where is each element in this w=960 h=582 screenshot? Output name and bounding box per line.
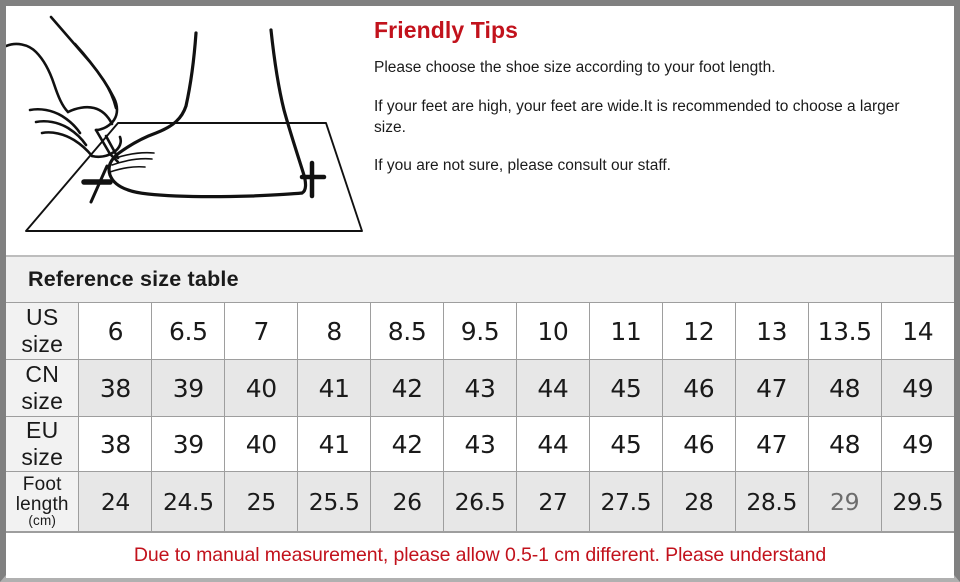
- cell-us-1: 6.5: [151, 302, 226, 360]
- cell-cn-3: 41: [297, 359, 372, 417]
- cell-foot-8: 28: [661, 471, 736, 532]
- tips-paragraph-1: Please choose the shoe size according to…: [374, 59, 776, 77]
- cell-us-6: 10: [515, 302, 590, 360]
- reference-size-table: Reference size table US size 6 6.5 7 8 8…: [6, 257, 954, 532]
- cell-foot-4: 26: [370, 471, 445, 532]
- cell-cn-6: 44: [515, 359, 590, 417]
- cell-us-10: 13.5: [807, 302, 882, 360]
- cell-us-0: 6: [78, 302, 153, 360]
- cell-cn-11: 49: [880, 359, 954, 417]
- tips-paragraph-2: If your feet are high, your feet are wid…: [374, 97, 900, 137]
- cell-us-5: 9.5: [443, 302, 517, 360]
- cell-eu-10: 48: [807, 416, 882, 472]
- cell-foot-11: 29.5: [880, 471, 954, 532]
- foot-measure-drawing: [6, 6, 368, 255]
- cell-eu-8: 46: [661, 416, 736, 472]
- cell-foot-5: 26.5: [443, 471, 517, 532]
- row-label-foot-length-unit: (cm): [28, 512, 57, 528]
- size-chart-page: Friendly Tips Please choose the shoe siz…: [0, 0, 960, 582]
- cell-us-3: 8: [297, 302, 372, 360]
- table-row-cn-size: CN size 38 39 40 41 42 43 44 45 46 47 48…: [6, 359, 954, 417]
- table-row-eu-size: EU size 38 39 40 41 42 43 44 45 46 47 48…: [6, 416, 954, 472]
- cell-eu-1: 39: [151, 416, 226, 472]
- row-label-us-size: US size: [6, 302, 80, 360]
- cell-us-2: 7: [224, 302, 299, 360]
- cell-us-9: 13: [734, 302, 809, 360]
- cell-us-7: 11: [588, 302, 663, 360]
- cell-cn-0: 38: [78, 359, 153, 417]
- cell-foot-3: 25.5: [297, 471, 372, 532]
- row-label-foot-length: Foot length (cm): [6, 471, 80, 532]
- cell-foot-7: 27.5: [588, 471, 663, 532]
- top-section: Friendly Tips Please choose the shoe siz…: [6, 6, 954, 255]
- foot-measure-illustration: [6, 6, 368, 255]
- tips-title: Friendly Tips: [374, 17, 519, 43]
- cell-eu-3: 41: [297, 416, 372, 472]
- cell-foot-9: 28.5: [734, 471, 809, 532]
- table-row-us-size: US size 6 6.5 7 8 8.5 9.5 10 11 12 13 13…: [6, 302, 954, 360]
- cell-us-8: 12: [661, 302, 736, 360]
- cell-foot-1: 24.5: [151, 471, 226, 532]
- cell-eu-11: 49: [880, 416, 954, 472]
- table-row-foot-length: Foot length (cm) 24 24.5 25 25.5 26 26.5…: [6, 471, 954, 532]
- cell-cn-5: 43: [443, 359, 517, 417]
- cell-eu-7: 45: [588, 416, 663, 472]
- cell-cn-4: 42: [370, 359, 445, 417]
- cell-cn-7: 45: [588, 359, 663, 417]
- tips-paragraph-3: If you are not sure, please consult our …: [374, 157, 671, 175]
- cell-eu-9: 47: [734, 416, 809, 472]
- cell-us-4: 8.5: [370, 302, 445, 360]
- cell-foot-2: 25: [224, 471, 299, 532]
- table-title-row: Reference size table: [6, 257, 954, 303]
- row-label-cn-size: CN size: [6, 359, 80, 417]
- cell-eu-2: 40: [224, 416, 299, 472]
- cell-cn-8: 46: [661, 359, 736, 417]
- measurement-disclaimer: Due to manual measurement, please allow …: [6, 532, 954, 578]
- cell-foot-10: 29: [807, 471, 882, 532]
- cell-foot-0: 24: [78, 471, 153, 532]
- cell-cn-2: 40: [224, 359, 299, 417]
- cell-cn-1: 39: [151, 359, 226, 417]
- row-label-eu-size: EU size: [6, 416, 80, 472]
- cell-cn-9: 47: [734, 359, 809, 417]
- row-label-foot-length-text: Foot length: [15, 474, 69, 515]
- table-title: Reference size table: [6, 257, 954, 303]
- cell-eu-4: 42: [370, 416, 445, 472]
- cell-cn-10: 48: [807, 359, 882, 417]
- cell-us-11: 14: [880, 302, 954, 360]
- cell-foot-6: 27: [515, 471, 590, 532]
- friendly-tips-panel: Friendly Tips Please choose the shoe siz…: [368, 6, 954, 255]
- cell-eu-6: 44: [515, 416, 590, 472]
- cell-eu-0: 38: [78, 416, 153, 472]
- cell-eu-5: 43: [443, 416, 517, 472]
